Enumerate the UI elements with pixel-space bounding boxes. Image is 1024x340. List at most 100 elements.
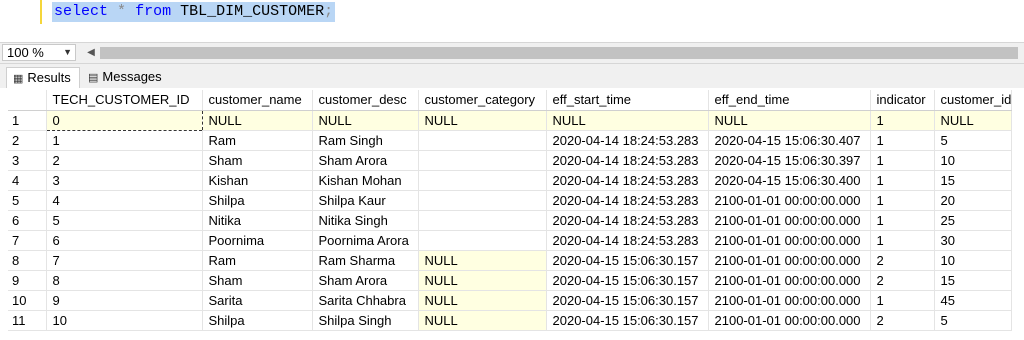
table-row[interactable]: 4 3 Kishan Kishan Mohan 2020-04-14 18:24:53.… [8,170,1013,191]
table-cell[interactable] [418,130,547,151]
table-cell[interactable]: 2 [46,150,203,171]
table-cell[interactable]: 2020-04-15 15:06:30.400 [708,170,871,191]
table-cell[interactable]: 5 [934,130,1013,151]
table-cell[interactable]: 2100-01-01 00:00:00.000 [708,310,871,331]
table-cell[interactable]: Ram Sharma [312,250,419,271]
column-header[interactable]: customer_name [202,90,313,111]
table-cell[interactable] [418,150,547,171]
table-cell[interactable]: 2100-01-01 00:00:00.000 [708,270,871,291]
scroll-left-icon[interactable]: ◀ [86,45,96,61]
table-cell[interactable]: Shilpa [202,310,313,331]
table-cell[interactable]: 20 [934,190,1013,211]
table-cell[interactable]: NULL [546,110,709,131]
table-cell[interactable]: NULL [418,110,547,131]
table-cell[interactable]: 1 [870,130,935,151]
row-number[interactable]: 11 [8,310,47,331]
table-cell[interactable]: 1 [870,230,935,251]
table-cell[interactable]: 2 [870,310,935,331]
table-cell[interactable]: 1 [870,210,935,231]
tab-results[interactable]: ▦ Results [6,67,80,88]
column-header[interactable]: eff_start_time [546,90,709,111]
table-cell[interactable]: Sham Arora [312,270,419,291]
table-cell[interactable]: Ram [202,130,313,151]
table-cell[interactable] [418,170,547,191]
column-header[interactable]: indicator [870,90,935,111]
row-number[interactable]: 10 [8,290,47,311]
table-cell[interactable]: Sham [202,270,313,291]
table-cell[interactable]: Sarita [202,290,313,311]
table-cell[interactable]: 10 [934,150,1013,171]
table-cell[interactable]: 2100-01-01 00:00:00.000 [708,290,871,311]
table-cell[interactable]: NULL [418,270,547,291]
zoom-select[interactable]: 100 % ▼ [2,44,76,61]
table-cell[interactable]: 2100-01-01 00:00:00.000 [708,190,871,211]
column-header[interactable]: customer_desc [312,90,419,111]
table-cell[interactable]: 2020-04-14 18:24:53.283 [546,150,709,171]
table-row[interactable]: 9 8 Sham Sham Arora NULL 2020-04-15 15:06:30.… [8,270,1013,291]
table-cell[interactable]: Nitika Singh [312,210,419,231]
table-cell[interactable]: 1 [870,290,935,311]
table-cell[interactable]: 2020-04-15 15:06:30.407 [708,130,871,151]
table-cell[interactable]: Sarita Chhabra [312,290,419,311]
table-row[interactable]: 7 6 Poornima Poornima Arora 2020-04-14 18:24… [8,230,1013,251]
row-number[interactable]: 1 [8,110,47,131]
table-cell[interactable]: 7 [46,250,203,271]
column-header[interactable]: customer_id [934,90,1013,111]
table-cell[interactable]: 2020-04-14 18:24:53.283 [546,190,709,211]
table-cell[interactable]: 5 [934,310,1013,331]
table-cell[interactable]: 2 [870,250,935,271]
table-cell[interactable]: 2020-04-14 18:24:53.283 [546,130,709,151]
table-cell[interactable]: NULL [418,310,547,331]
query-editor[interactable]: select * from TBL_DIM_CUSTOMER; [0,0,1024,42]
table-cell[interactable]: 25 [934,210,1013,231]
row-number[interactable]: 2 [8,130,47,151]
table-cell[interactable]: NULL [312,110,419,131]
table-cell[interactable]: Sham Arora [312,150,419,171]
table-cell[interactable]: 3 [46,170,203,191]
table-cell[interactable]: 1 [870,190,935,211]
table-cell[interactable]: 2020-04-15 15:06:30.157 [546,270,709,291]
table-cell[interactable]: 2100-01-01 00:00:00.000 [708,230,871,251]
table-cell[interactable]: 45 [934,290,1013,311]
table-cell[interactable]: Kishan Mohan [312,170,419,191]
table-cell[interactable]: 6 [46,230,203,251]
table-cell[interactable]: 1 [870,170,935,191]
table-row[interactable]: 5 4 Shilpa Shilpa Kaur 2020-04-14 18:24:53.2… [8,190,1013,211]
table-row[interactable]: 1 0 NULL NULL NULL NULL NULL 1 NULL [8,109,1013,131]
row-number[interactable]: 7 [8,230,47,251]
row-number[interactable]: 4 [8,170,47,191]
table-row[interactable]: 2 1 Ram Ram Singh 2020-04-14 18:24:53.283 202… [8,130,1013,151]
table-cell[interactable]: 2020-04-14 18:24:53.283 [546,230,709,251]
column-header[interactable]: eff_end_time [708,90,871,111]
table-cell[interactable]: 2020-04-14 18:24:53.283 [546,210,709,231]
table-cell[interactable]: 5 [46,210,203,231]
table-row[interactable]: 6 5 Nitika Nitika Singh 2020-04-14 18:24:53.… [8,210,1013,231]
table-cell[interactable]: 0 [45,109,203,131]
table-cell[interactable]: Poornima [202,230,313,251]
table-row[interactable]: 11 10 Shilpa Shilpa Singh NULL 2020-04-15 15:… [8,310,1013,331]
table-cell[interactable]: 1 [870,110,935,131]
table-cell[interactable]: 10 [46,310,203,331]
table-cell[interactable]: 1 [46,130,203,151]
table-row[interactable]: 3 2 Sham Sham Arora 2020-04-14 18:24:53.283 2… [8,150,1013,171]
table-cell[interactable]: NULL [708,110,871,131]
table-cell[interactable]: 4 [46,190,203,211]
table-cell[interactable]: 2100-01-01 00:00:00.000 [708,210,871,231]
row-number[interactable]: 9 [8,270,47,291]
table-cell[interactable]: NULL [934,110,1013,131]
tab-messages[interactable]: ▤ Messages [82,67,172,88]
row-number[interactable]: 5 [8,190,47,211]
row-number[interactable]: 3 [8,150,47,171]
table-cell[interactable]: 2100-01-01 00:00:00.000 [708,250,871,271]
table-cell[interactable]: Shilpa Kaur [312,190,419,211]
column-header[interactable]: customer_category [418,90,547,111]
table-cell[interactable]: 10 [934,250,1013,271]
table-cell[interactable]: 2 [870,270,935,291]
table-cell[interactable]: 2020-04-14 18:24:53.283 [546,170,709,191]
table-cell[interactable]: Nitika [202,210,313,231]
table-cell[interactable]: 15 [934,170,1013,191]
table-cell[interactable]: 2020-04-15 15:06:30.157 [546,310,709,331]
table-cell[interactable]: 15 [934,270,1013,291]
table-cell[interactable] [418,230,547,251]
table-cell[interactable]: 2020-04-15 15:06:30.397 [708,150,871,171]
